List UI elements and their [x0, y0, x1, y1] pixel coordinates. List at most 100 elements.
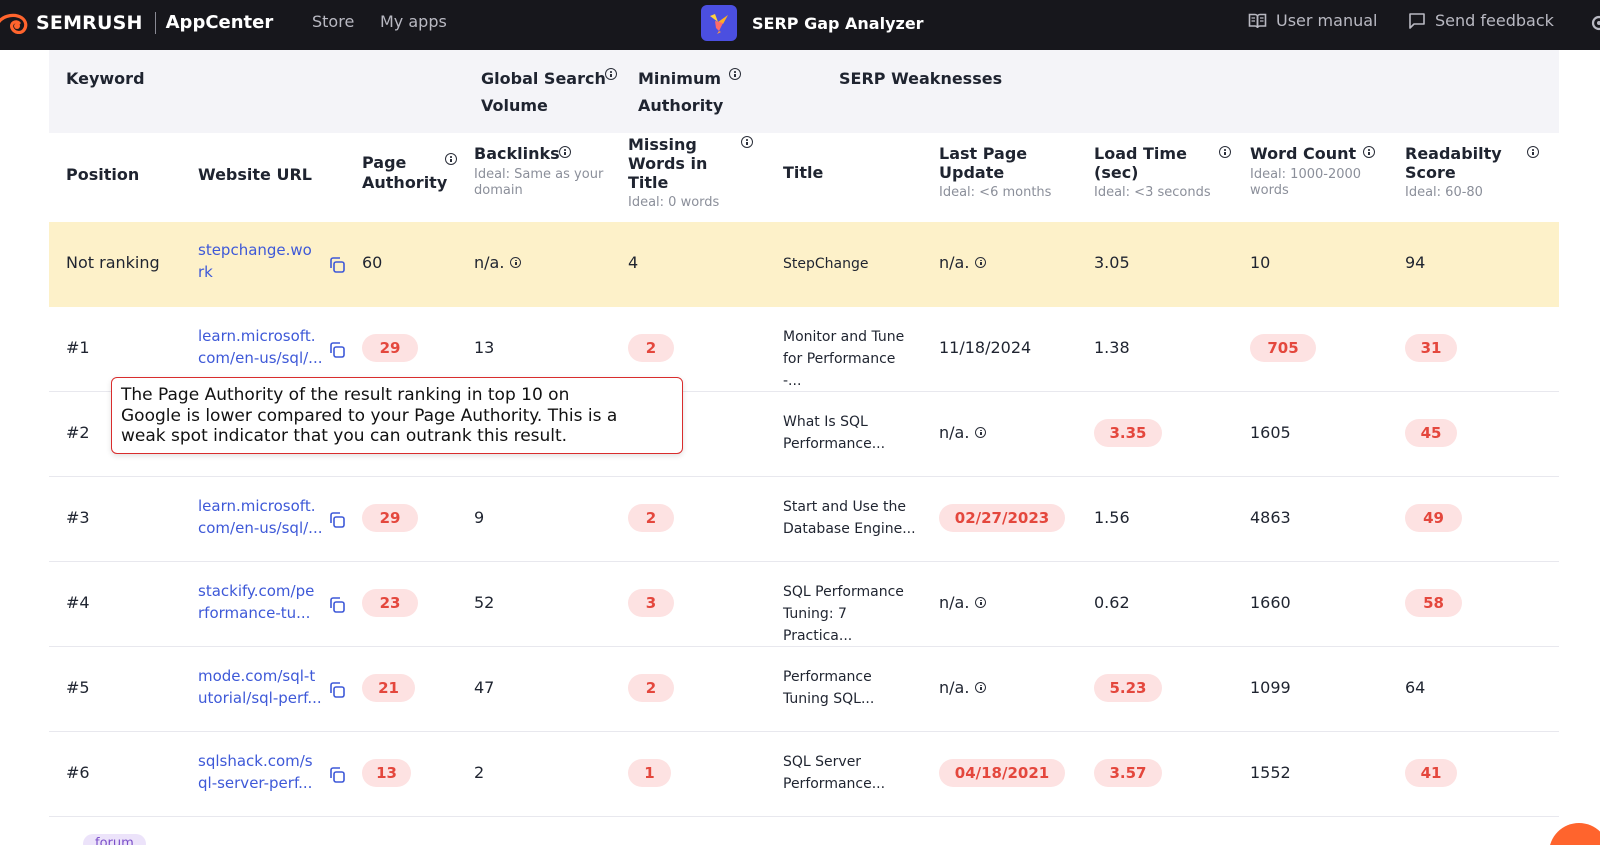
table-row: #3 learn.microsoft. com/en-us/sql/... 29 … [49, 477, 1559, 562]
col-title: Title [783, 163, 824, 182]
gsv-line-2: Volume [481, 96, 548, 115]
row-last-update: 11/18/2024 [939, 338, 1032, 357]
forum-badge: forum [83, 834, 146, 845]
gear-icon[interactable] [1589, 13, 1600, 33]
row-last-update: 04/18/2021 [939, 759, 1065, 787]
lu-line-1: Last Page [939, 144, 1028, 163]
col-missing-words: Missing Words in Title Ideal: 0 words [628, 135, 719, 211]
row-position: #3 [66, 508, 90, 527]
row-missing-words: 2 [628, 334, 674, 362]
app-header: SERP Gap Analyzer [701, 5, 924, 41]
row-page-authority: 60 [362, 253, 383, 272]
copy-icon[interactable] [328, 341, 346, 359]
table-row: Not ranking stepchange.wo rk 60 n/a. 4 St… [49, 222, 1559, 307]
row-word-count: 1605 [1250, 423, 1291, 442]
last-update-info-icon[interactable] [975, 682, 987, 693]
readability-ideal: Ideal: 60-80 [1405, 185, 1483, 200]
row-word-count: 705 [1250, 334, 1316, 362]
pa-line-1: Page [362, 153, 407, 172]
table-row: #5 mode.com/sql-t utorial/sql-perf... 21 … [49, 647, 1559, 732]
brand-divider [154, 11, 156, 34]
row-title: SQL Server Performance... [783, 754, 886, 792]
table-row: #4 stackify.com/pe rformance-tu... 23 52 … [49, 562, 1559, 647]
missing-words-info-icon[interactable] [741, 136, 753, 148]
user-manual-link[interactable]: User manual [1248, 11, 1377, 30]
minimum-authority-header: Minimum Authority [638, 65, 723, 119]
col-word-count: Word Count Ideal: 1000-2000 words [1250, 144, 1361, 199]
word-count-info-icon[interactable] [1363, 146, 1375, 158]
row-title: Performance Tuning SQL... [783, 669, 875, 707]
load-time-info-icon[interactable] [1219, 146, 1231, 158]
user-manual-label: User manual [1276, 11, 1378, 30]
col-readability: Readabilty Score Ideal: 60-80 [1405, 144, 1502, 201]
row-missing-words: 1 [628, 759, 671, 787]
last-update-ideal: Ideal: <6 months [939, 185, 1052, 200]
last-update-info-icon[interactable] [975, 597, 987, 608]
row-load-time: 1.38 [1094, 338, 1130, 357]
row-backlinks: 47 [474, 678, 495, 697]
row-readability: 41 [1405, 759, 1457, 787]
last-update-info-icon[interactable] [975, 257, 987, 268]
backlinks-label: Backlinks [474, 144, 560, 163]
row-url-link[interactable]: mode.com/sql-t utorial/sql-perf... [198, 665, 323, 709]
row-backlinks: 2 [474, 763, 485, 782]
row-title: SQL Performance Tuning: 7 Practica... [783, 584, 904, 644]
col-load-time: Load Time (sec) Ideal: <3 seconds [1094, 144, 1211, 201]
row-title: What Is SQL Performance... [783, 414, 886, 452]
row-url-link[interactable]: learn.microsoft. com/en-us/sql/... [198, 325, 323, 369]
row-missing-words: 2 [628, 504, 674, 532]
mw-line-2: Words in [628, 154, 708, 173]
mw-line-3: Title [628, 173, 669, 192]
nav-my-apps[interactable]: My apps [380, 12, 447, 31]
page-authority-info-icon[interactable] [445, 153, 457, 165]
nav-store[interactable]: Store [312, 12, 354, 31]
row-word-count: 1552 [1250, 763, 1291, 782]
col-backlinks: Backlinks Ideal: Same as your domain [474, 144, 603, 199]
row-url-link[interactable]: learn.microsoft. com/en-us/sql/... [198, 495, 323, 539]
pa-line-2: Authority [362, 173, 448, 192]
copy-icon[interactable] [328, 256, 346, 274]
row-word-count: 10 [1250, 253, 1271, 272]
row-backlinks: n/a. [474, 253, 522, 272]
backlinks-na-info-icon[interactable] [510, 257, 522, 268]
send-feedback-link[interactable]: Send feedback [1408, 11, 1554, 30]
row-last-update: n/a. [939, 253, 987, 272]
chat-feedback-icon [1409, 12, 1425, 29]
copy-icon[interactable] [328, 681, 346, 699]
row-last-update: n/a. [939, 593, 987, 612]
word-count-ideal: Ideal: 1000-2000 words [1250, 167, 1362, 198]
row-readability: 58 [1405, 589, 1462, 617]
copy-icon[interactable] [328, 596, 346, 614]
missing-words-ideal: Ideal: 0 words [628, 195, 720, 210]
top-bar: SEMRUSH AppCenter Store My apps SERP Gap… [0, 0, 1600, 50]
row-readability: 49 [1405, 504, 1462, 532]
copy-icon[interactable] [328, 766, 346, 784]
row-page-authority: 23 [362, 589, 418, 617]
row-readability: 31 [1405, 334, 1457, 362]
row-load-time: 3.05 [1094, 253, 1130, 272]
row-missing-words: 2 [628, 674, 674, 702]
row-url-link[interactable]: stackify.com/pe rformance-tu... [198, 580, 323, 624]
row-url-link[interactable]: sqlshack.com/s ql-server-perf... [198, 750, 323, 794]
tooltip-line-1: The Page Authority of the result ranking… [121, 385, 570, 405]
readability-info-icon[interactable] [1527, 146, 1539, 158]
row-last-update: n/a. [939, 678, 987, 697]
copy-icon[interactable] [328, 511, 346, 529]
tooltip-line-2: Google is lower compared to your Page Au… [121, 405, 618, 426]
min-authority-info-icon[interactable] [729, 68, 741, 80]
row-title: StepChange [783, 256, 869, 272]
last-update-info-icon[interactable] [975, 427, 987, 438]
global-search-volume-header: Global Search Volume [481, 65, 606, 119]
app-title: SERP Gap Analyzer [752, 13, 924, 33]
row-position: #4 [66, 593, 90, 612]
row-url-link[interactable]: stepchange.wo rk [198, 239, 323, 283]
appcenter-label: AppCenter [165, 12, 274, 33]
semrush-fire-icon [0, 13, 28, 34]
backlinks-info-icon[interactable] [559, 146, 571, 158]
gsv-info-icon[interactable] [605, 68, 617, 80]
semrush-logo[interactable]: SEMRUSH AppCenter [0, 0, 273, 45]
rs-line-1: Readabilty [1405, 144, 1502, 163]
row-last-update: n/a. [939, 423, 987, 442]
keyword-summary-header: Keyword Global Search Volume Minimum Aut… [49, 50, 1559, 133]
row-word-count: 1099 [1250, 678, 1291, 697]
